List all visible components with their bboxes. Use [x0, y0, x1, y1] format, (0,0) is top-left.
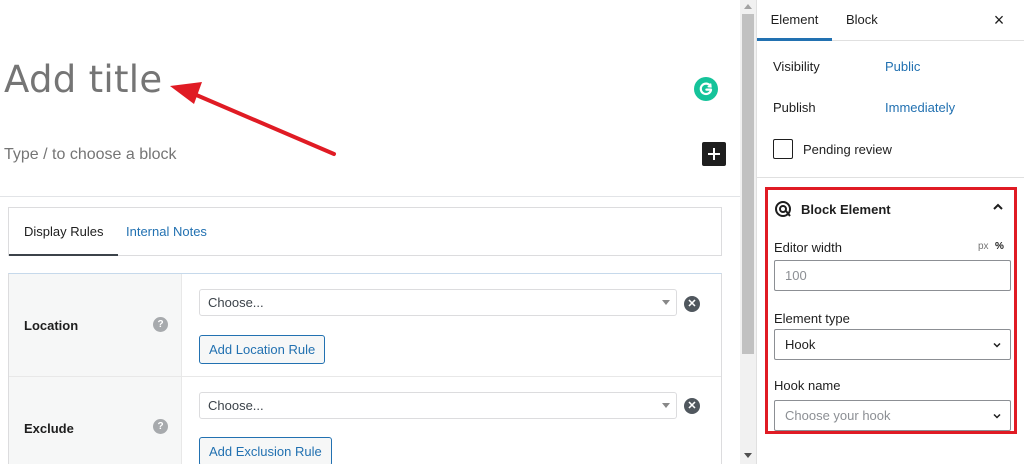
help-icon[interactable]: ?: [153, 419, 168, 434]
publish-date-toggle[interactable]: Immediately: [885, 100, 955, 115]
scrollbar-thumb[interactable]: [742, 14, 754, 354]
visibility-toggle[interactable]: Public: [885, 59, 920, 74]
post-title-input[interactable]: Add title: [4, 58, 162, 101]
element-type-select[interactable]: Hook: [774, 329, 1011, 360]
hook-name-label: Hook name: [774, 378, 841, 393]
pending-review-label[interactable]: Pending review: [803, 142, 892, 157]
rule-label: Location: [24, 318, 79, 333]
exclude-select-value: Choose...: [208, 398, 264, 413]
remove-icon[interactable]: ✕: [684, 398, 700, 414]
divider: [0, 196, 740, 197]
sidebar-tabs: Element Block ×: [757, 0, 1024, 41]
remove-icon[interactable]: ✕: [684, 296, 700, 312]
plus-icon[interactable]: [702, 142, 726, 166]
add-location-rule-button[interactable]: Add Location Rule: [199, 335, 326, 364]
element-settings-tabs: Display Rules Internal Notes: [8, 207, 722, 256]
editor-width-label: Editor width: [774, 240, 842, 255]
block-appender-hint[interactable]: Type / to choose a block: [4, 146, 177, 164]
location-select-value: Choose...: [208, 295, 264, 310]
chevron-down-icon: [993, 342, 1001, 348]
pending-review-checkbox[interactable]: [773, 139, 793, 159]
hook-name-placeholder: Choose your hook: [785, 408, 891, 423]
exclude-select[interactable]: Choose...: [199, 392, 677, 419]
visibility-label: Visibility: [773, 59, 820, 74]
rule-label-cell: Location ?: [9, 274, 182, 376]
element-type-value: Hook: [785, 337, 816, 352]
tab-element[interactable]: Element: [757, 0, 832, 41]
close-icon[interactable]: ×: [989, 10, 1009, 30]
block-element-panel: Block Element Editor width px % 100 Elem…: [765, 187, 1017, 434]
rule-row-location: Location ? Choose... ✕ Add Location Rule: [9, 274, 721, 377]
unit-percent-toggle[interactable]: %: [995, 241, 1004, 252]
rule-label-cell: Exclude ?: [9, 377, 182, 464]
add-exclusion-rule-button[interactable]: Add Exclusion Rule: [199, 437, 332, 464]
help-icon[interactable]: ?: [153, 317, 168, 332]
block-element-icon: [775, 201, 791, 217]
scroll-down-icon[interactable]: [744, 453, 752, 458]
rule-row-exclude: Exclude ?: [9, 377, 721, 464]
tab-display-rules[interactable]: Display Rules: [9, 208, 119, 256]
tab-block[interactable]: Block: [846, 0, 878, 41]
chevron-up-icon[interactable]: [990, 199, 1006, 215]
location-select[interactable]: Choose...: [199, 289, 677, 316]
settings-sidebar: Element Block × Visibility Public Publis…: [756, 0, 1024, 464]
chevron-down-icon: [993, 413, 1001, 419]
publish-label: Publish: [773, 100, 816, 115]
display-rules-table: Location ? Choose... ✕ Add Location Rule…: [8, 273, 722, 464]
dropdown-caret-icon: [662, 300, 670, 305]
editor-scrollbar[interactable]: [740, 0, 756, 464]
editor-width-input[interactable]: 100: [774, 260, 1011, 291]
editor-canvas: Add title Type / to choose a block Displ…: [0, 0, 740, 464]
hook-name-select[interactable]: Choose your hook: [774, 400, 1011, 431]
tab-internal-notes[interactable]: Internal Notes: [126, 208, 207, 256]
dropdown-caret-icon: [662, 403, 670, 408]
grammarly-icon[interactable]: [694, 77, 718, 101]
panel-title[interactable]: Block Element: [801, 202, 891, 217]
rule-label: Exclude: [24, 421, 74, 436]
scroll-up-icon[interactable]: [744, 4, 752, 9]
unit-px-toggle[interactable]: px: [978, 241, 989, 252]
divider: [757, 177, 1024, 178]
element-type-label: Element type: [774, 311, 850, 326]
